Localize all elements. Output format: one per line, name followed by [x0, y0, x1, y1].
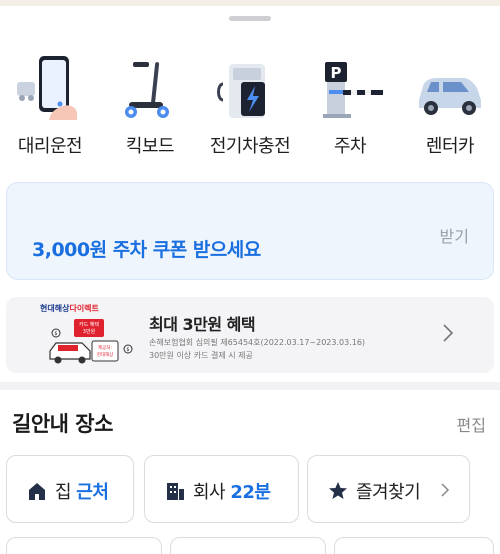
- place-chip-favorites[interactable]: 즐겨찾기: [307, 455, 470, 523]
- service-label: 주차: [333, 136, 367, 157]
- insurance-ad-banner[interactable]: 현대해상다이렉트 $ 카드 혜택 3만원 제공처: 현대해상 $ 최대 3만원 …: [6, 297, 494, 373]
- coupon-receive-button[interactable]: 받기: [440, 223, 469, 247]
- partial-card[interactable]: [6, 537, 162, 554]
- building-icon: [167, 483, 184, 500]
- service-label: 킥보드: [125, 136, 175, 157]
- chevron-right-icon: [441, 483, 450, 497]
- rental-car-icon: [419, 78, 481, 115]
- place-chip-text: 집 근처: [55, 478, 109, 504]
- work-value: 22분: [230, 482, 271, 503]
- svg-text:$: $: [54, 331, 57, 337]
- place-chip-home[interactable]: 집 근처: [6, 455, 134, 523]
- drag-handle[interactable]: [229, 16, 271, 21]
- ad-title: 최대 3만원 혜택: [149, 315, 256, 334]
- ad-badge-text: 제공처:: [98, 344, 112, 351]
- edit-button[interactable]: 편집: [457, 412, 486, 436]
- star-icon: [329, 482, 347, 499]
- section-title: 길안내 장소: [12, 412, 113, 436]
- svg-text:$: $: [126, 347, 129, 353]
- service-parking[interactable]: P 주차: [300, 50, 400, 160]
- partial-card[interactable]: [334, 537, 494, 554]
- svg-text:P: P: [331, 64, 342, 82]
- ad-condition: 30만원 이상 카드 결제 시 제공: [149, 351, 253, 360]
- next-row-partial: [0, 537, 500, 554]
- work-label: 회사: [193, 482, 226, 503]
- chevron-right-icon: [443, 324, 454, 342]
- ad-illustration-icon: $ 카드 혜택 3만원 제공처: 현대해상 $: [49, 319, 133, 364]
- service-label: 대리운전: [17, 136, 83, 157]
- parking-coupon-banner[interactable]: 3,000원 주차 쿠폰 받으세요 받기: [6, 182, 494, 280]
- ad-brand-sub: 다이렉트: [69, 304, 99, 313]
- ad-brand-name: 현대해상: [40, 304, 70, 313]
- ev-charger-icon: [217, 64, 265, 118]
- home-label: 집: [55, 482, 72, 503]
- service-designated-driver[interactable]: 대리운전: [0, 50, 100, 160]
- service-ev-charging[interactable]: 전기차충전: [200, 50, 300, 160]
- service-kickboard[interactable]: 킥보드: [100, 50, 200, 160]
- ad-badge-text: 3만원: [83, 328, 96, 335]
- home-value: 근처: [76, 482, 109, 503]
- parking-gate-icon: P: [323, 62, 383, 118]
- top-strip: [0, 0, 500, 6]
- place-chip-text: 회사 22분: [193, 478, 271, 504]
- service-label: 전기차충전: [209, 136, 291, 157]
- ad-brand: 현대해상다이렉트: [40, 303, 99, 314]
- home-icon: [29, 483, 45, 500]
- partial-card[interactable]: [170, 537, 326, 554]
- ad-badge-text: 현대해상: [97, 351, 114, 358]
- service-row: 대리운전 킥보드 전기차충전 P 주차 렌터카: [0, 50, 500, 160]
- ad-disclaimer: 손해보험협회 심의필 제65454호(2022.03.17~2023.03.16…: [149, 338, 366, 347]
- service-rental-car[interactable]: 렌터카: [400, 50, 500, 160]
- phone-driver-icon: [17, 56, 77, 120]
- kickboard-icon: [125, 62, 169, 118]
- coupon-text: 3,000원 주차 쿠폰 받으세요: [32, 239, 261, 261]
- favorites-label: 즐겨찾기: [356, 482, 421, 503]
- section-divider: [0, 382, 500, 390]
- service-label: 렌터카: [425, 136, 475, 157]
- place-chip-work[interactable]: 회사 22분: [144, 455, 299, 523]
- ad-badge-text: 카드 혜택: [79, 321, 99, 328]
